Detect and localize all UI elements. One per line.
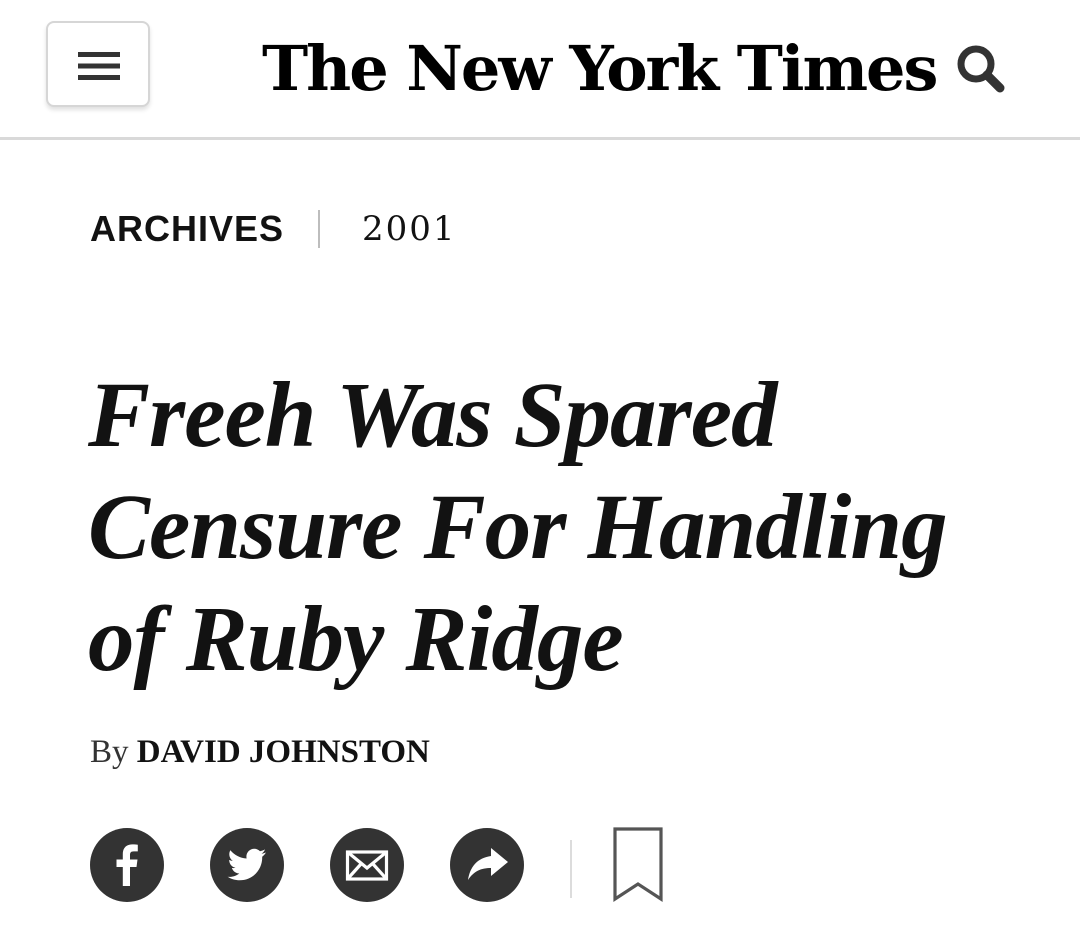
- article-headline: Freeh Was Spared Censure For Handling of…: [88, 360, 1018, 696]
- masthead-logo[interactable]: The New York Times: [262, 24, 938, 114]
- byline-author[interactable]: DAVID JOHNSTON: [137, 734, 430, 770]
- menu-button[interactable]: [46, 21, 150, 107]
- search-button[interactable]: [952, 40, 1010, 98]
- site-header: The New York Times: [0, 0, 1080, 140]
- email-share-button[interactable]: [330, 828, 404, 902]
- email-icon: [345, 850, 389, 881]
- section-kicker: ARCHIVES 2001: [90, 205, 457, 253]
- hamburger-menu-icon: [78, 52, 120, 80]
- headline-line: Freeh Was Spared: [88, 364, 777, 467]
- save-article-button[interactable]: [612, 826, 666, 904]
- twitter-share-button[interactable]: [210, 828, 284, 902]
- facebook-icon: [116, 844, 138, 886]
- bookmark-icon: [613, 827, 663, 902]
- byline-prefix: By: [90, 734, 129, 770]
- share-arrow-icon: [468, 848, 508, 880]
- headline-line: of Ruby Ridge: [88, 588, 624, 691]
- share-tools-divider: [570, 840, 572, 898]
- more-share-button[interactable]: [450, 828, 524, 902]
- kicker-divider: [318, 210, 321, 248]
- byline: By DAVID JOHNSTON: [90, 730, 430, 774]
- twitter-icon: [227, 848, 266, 881]
- section-label[interactable]: ARCHIVES: [90, 208, 284, 250]
- headline-line: Censure For Handling: [88, 476, 948, 579]
- search-icon: [957, 45, 1005, 93]
- archive-year: 2001: [362, 209, 457, 249]
- facebook-share-button[interactable]: [90, 828, 164, 902]
